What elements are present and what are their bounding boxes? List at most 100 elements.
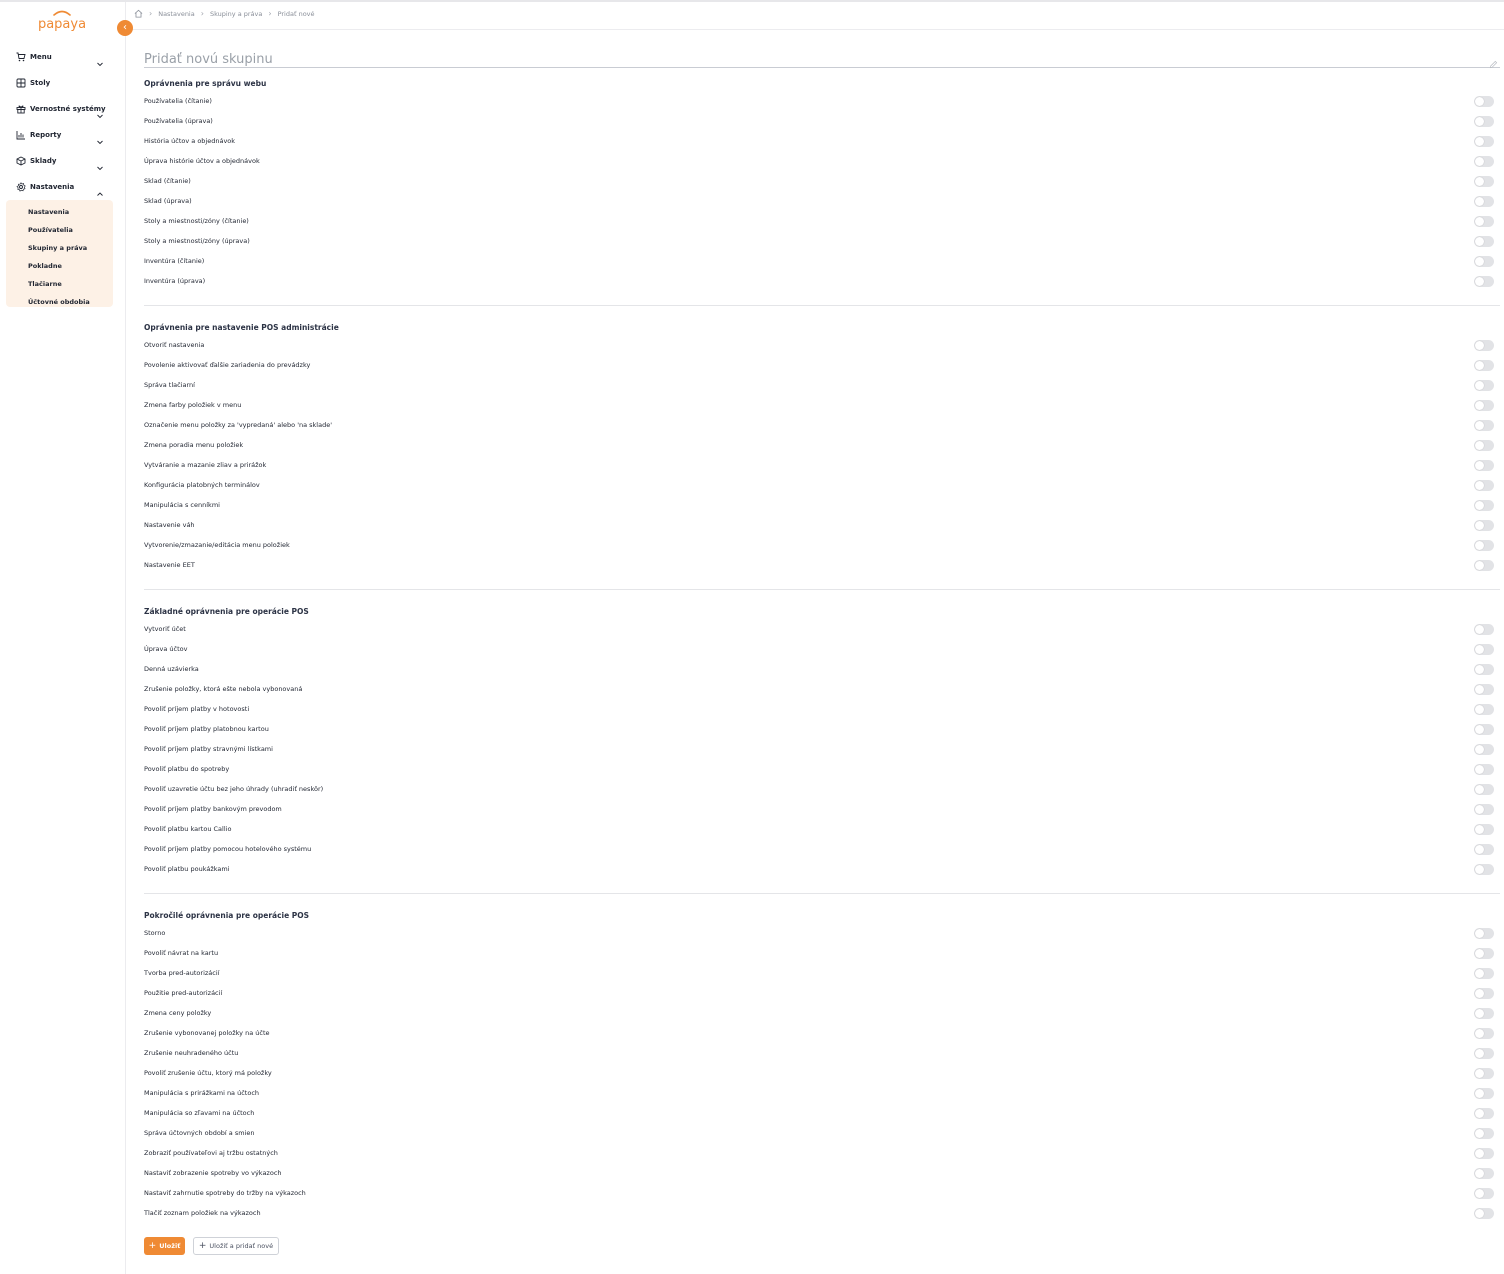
chevron-down-icon[interactable] xyxy=(96,105,104,119)
permission-toggle[interactable] xyxy=(1474,1008,1494,1019)
sidebar-item-stoly[interactable]: Stoly xyxy=(0,70,126,96)
chevron-down-icon[interactable] xyxy=(96,131,104,145)
submenu-item-nastavenia[interactable]: Nastavenia xyxy=(6,203,113,221)
save-and-add-button[interactable]: + Uložiť a pridať nové xyxy=(193,1237,279,1255)
permission-row: Manipulácia s prirážkami na účtoch xyxy=(144,1084,1500,1104)
sidebar-item-sklady[interactable]: Sklady xyxy=(0,148,126,174)
permission-toggle[interactable] xyxy=(1474,196,1494,207)
permission-toggle[interactable] xyxy=(1474,1188,1494,1199)
sidebar-item-reporty[interactable]: Reporty xyxy=(0,122,126,148)
chevron-down-icon[interactable] xyxy=(96,157,104,171)
permission-toggle[interactable] xyxy=(1474,624,1494,635)
permission-label: Inventúra (úprava) xyxy=(144,277,206,285)
permission-toggle[interactable] xyxy=(1474,948,1494,959)
collapse-sidebar-button[interactable]: ‹ xyxy=(117,20,133,36)
permission-toggle[interactable] xyxy=(1474,480,1494,491)
permission-toggle[interactable] xyxy=(1474,824,1494,835)
submenu-item-pokladne[interactable]: Pokladne xyxy=(6,257,113,275)
permission-toggle[interactable] xyxy=(1474,1208,1494,1219)
permission-toggle[interactable] xyxy=(1474,380,1494,391)
permission-toggle[interactable] xyxy=(1474,500,1494,511)
breadcrumb-separator-icon: › xyxy=(200,9,204,18)
permission-toggle[interactable] xyxy=(1474,156,1494,167)
permission-row: Sklad (čítanie) xyxy=(144,172,1500,192)
chevron-up-icon[interactable] xyxy=(96,183,104,196)
chevron-down-icon[interactable] xyxy=(96,53,104,67)
permission-label: Označenie menu položky za 'vypredaná' al… xyxy=(144,421,332,429)
permission-row: Stoly a miestnosti/zóny (čítanie) xyxy=(144,212,1500,232)
permission-toggle[interactable] xyxy=(1474,460,1494,471)
permission-toggle[interactable] xyxy=(1474,1168,1494,1179)
permission-label: Zrušenie položky, ktorá ešte nebola vybo… xyxy=(144,685,303,693)
permission-toggle[interactable] xyxy=(1474,116,1494,127)
permission-toggle[interactable] xyxy=(1474,1148,1494,1159)
permission-toggle[interactable] xyxy=(1474,276,1494,287)
permission-toggle[interactable] xyxy=(1474,844,1494,855)
permission-toggle[interactable] xyxy=(1474,804,1494,815)
permission-toggle[interactable] xyxy=(1474,1028,1494,1039)
permission-toggle[interactable] xyxy=(1474,764,1494,775)
permission-toggle[interactable] xyxy=(1474,724,1494,735)
permission-row: Použitie pred-autorizácií xyxy=(144,984,1500,1004)
sidebar-nav: Menu Stoly Vernostné systémy Reporty Sklady N… xyxy=(0,44,126,200)
permission-toggle[interactable] xyxy=(1474,520,1494,531)
permission-toggle[interactable] xyxy=(1474,988,1494,999)
permission-row: Nastavenie EET xyxy=(144,556,1500,576)
permission-toggle[interactable] xyxy=(1474,704,1494,715)
permission-toggle[interactable] xyxy=(1474,744,1494,755)
permission-toggle[interactable] xyxy=(1474,360,1494,371)
submenu-item-uctovne-obdobia[interactable]: Účtovné obdobia xyxy=(6,293,113,311)
papaya-logo[interactable]: papaya xyxy=(32,8,92,36)
sidebar-item-label: Reporty xyxy=(30,131,62,139)
breadcrumb-item[interactable]: Skupiny a práva xyxy=(210,10,262,18)
submenu-item-skupiny-a-prava[interactable]: Skupiny a práva xyxy=(6,239,113,257)
sidebar-item-menu[interactable]: Menu xyxy=(0,44,126,70)
permission-row: Povoliť príjem platby v hotovosti xyxy=(144,700,1500,720)
permission-toggle[interactable] xyxy=(1474,664,1494,675)
settings-submenu: Nastavenia Používatelia Skupiny a práva Pok… xyxy=(6,200,113,307)
permission-toggle[interactable] xyxy=(1474,256,1494,267)
home-icon[interactable] xyxy=(134,9,143,18)
title-row xyxy=(144,48,1500,69)
permission-toggle[interactable] xyxy=(1474,684,1494,695)
sidebar-item-nastavenia[interactable]: Nastavenia xyxy=(0,174,126,200)
permission-toggle[interactable] xyxy=(1474,176,1494,187)
permission-toggle[interactable] xyxy=(1474,968,1494,979)
permission-label: Povoliť platbu poukážkami xyxy=(144,865,230,873)
save-button[interactable]: + Uložiť xyxy=(144,1237,185,1255)
breadcrumb-separator-icon: › xyxy=(268,9,272,18)
submenu-item-pouzivatelia[interactable]: Používatelia xyxy=(6,221,113,239)
permission-toggle[interactable] xyxy=(1474,560,1494,571)
permission-toggle[interactable] xyxy=(1474,1088,1494,1099)
permission-toggle[interactable] xyxy=(1474,644,1494,655)
permission-toggle[interactable] xyxy=(1474,784,1494,795)
permission-row: Zrušenie neuhradeného účtu xyxy=(144,1044,1500,1064)
permission-toggle[interactable] xyxy=(1474,420,1494,431)
permission-toggle[interactable] xyxy=(1474,136,1494,147)
permission-row: Správa účtovných období a smien xyxy=(144,1124,1500,1144)
permission-label: Manipulácia so zľavami na účtoch xyxy=(144,1109,255,1117)
permission-row: Zrušenie vybonovanej položky na účte xyxy=(144,1024,1500,1044)
permission-toggle[interactable] xyxy=(1474,216,1494,227)
permission-toggle[interactable] xyxy=(1474,400,1494,411)
breadcrumb-item[interactable]: Nastavenia xyxy=(158,10,195,18)
sidebar-item-vernostne-systemy[interactable]: Vernostné systémy xyxy=(0,96,126,122)
permission-label: Zrušenie vybonovanej položky na účte xyxy=(144,1029,270,1037)
group-name-input[interactable] xyxy=(144,50,1464,69)
permission-label: Denná uzávierka xyxy=(144,665,199,673)
permission-toggle[interactable] xyxy=(1474,236,1494,247)
permission-toggle[interactable] xyxy=(1474,1108,1494,1119)
permission-toggle[interactable] xyxy=(1474,1068,1494,1079)
permission-label: Stoly a miestnosti/zóny (úprava) xyxy=(144,237,250,245)
permission-toggle[interactable] xyxy=(1474,1048,1494,1059)
permission-toggle[interactable] xyxy=(1474,340,1494,351)
permission-toggle[interactable] xyxy=(1474,540,1494,551)
permission-row: Povoliť zrušenie účtu, ktorý má položky xyxy=(144,1064,1500,1084)
permission-toggle[interactable] xyxy=(1474,96,1494,107)
permission-toggle[interactable] xyxy=(1474,440,1494,451)
permission-toggle[interactable] xyxy=(1474,1128,1494,1139)
submenu-item-tlaciarne[interactable]: Tlačiarne xyxy=(6,275,113,293)
permission-toggle[interactable] xyxy=(1474,928,1494,939)
permission-toggle[interactable] xyxy=(1474,864,1494,875)
permission-label: Používatelia (čítanie) xyxy=(144,97,212,105)
